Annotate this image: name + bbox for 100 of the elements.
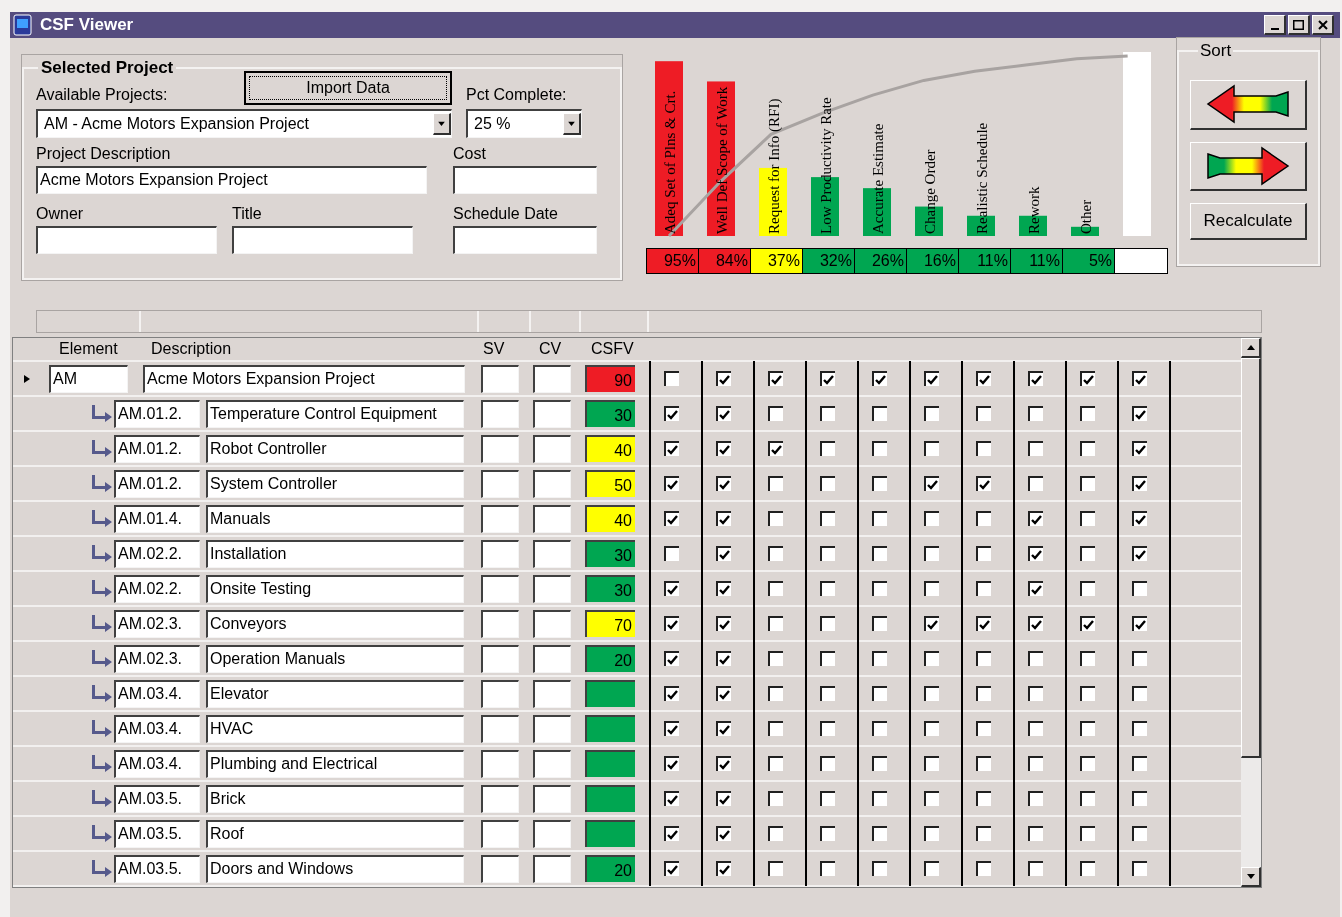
checkbox[interactable] bbox=[1028, 406, 1043, 421]
checkbox[interactable] bbox=[664, 826, 679, 841]
cv-field[interactable] bbox=[533, 714, 571, 743]
checkbox[interactable] bbox=[716, 371, 731, 386]
element-field[interactable]: AM.01.2. bbox=[114, 469, 200, 498]
checkbox[interactable] bbox=[872, 476, 887, 491]
description-field[interactable]: Temperature Control Equipment bbox=[206, 399, 464, 428]
checkbox[interactable] bbox=[1028, 651, 1043, 666]
checkbox[interactable] bbox=[1028, 826, 1043, 841]
cv-field[interactable] bbox=[533, 609, 571, 638]
checkbox[interactable] bbox=[664, 861, 679, 876]
checkbox[interactable] bbox=[1080, 441, 1095, 456]
checkbox[interactable] bbox=[924, 546, 939, 561]
checkbox[interactable] bbox=[1028, 721, 1043, 736]
minimize-button[interactable] bbox=[1264, 15, 1286, 35]
checkbox[interactable] bbox=[820, 686, 835, 701]
checkbox[interactable] bbox=[924, 581, 939, 596]
element-field[interactable]: AM.03.4. bbox=[114, 714, 200, 743]
element-field[interactable]: AM.02.2. bbox=[114, 539, 200, 568]
checkbox[interactable] bbox=[716, 581, 731, 596]
checkbox[interactable] bbox=[872, 861, 887, 876]
checkbox[interactable] bbox=[664, 511, 679, 526]
checkbox[interactable] bbox=[820, 616, 835, 631]
checkbox[interactable] bbox=[768, 581, 783, 596]
checkbox[interactable] bbox=[664, 581, 679, 596]
checkbox[interactable] bbox=[820, 791, 835, 806]
description-field[interactable]: Doors and Windows bbox=[206, 854, 464, 883]
checkbox[interactable] bbox=[976, 826, 991, 841]
checkbox[interactable] bbox=[976, 406, 991, 421]
checkbox[interactable] bbox=[716, 756, 731, 771]
checkbox[interactable] bbox=[976, 791, 991, 806]
checkbox[interactable] bbox=[1080, 861, 1095, 876]
owner-field[interactable] bbox=[36, 225, 217, 254]
cv-field[interactable] bbox=[533, 574, 571, 603]
description-field[interactable]: Robot Controller bbox=[206, 434, 464, 463]
checkbox[interactable] bbox=[976, 546, 991, 561]
checkbox[interactable] bbox=[872, 441, 887, 456]
checkbox[interactable] bbox=[872, 756, 887, 771]
checkbox[interactable] bbox=[716, 721, 731, 736]
checkbox[interactable] bbox=[872, 546, 887, 561]
checkbox[interactable] bbox=[924, 476, 939, 491]
checkbox[interactable] bbox=[664, 756, 679, 771]
checkbox[interactable] bbox=[976, 371, 991, 386]
description-field[interactable]: Operation Manuals bbox=[206, 644, 464, 673]
checkbox[interactable] bbox=[872, 686, 887, 701]
checkbox[interactable] bbox=[1132, 861, 1147, 876]
checkbox[interactable] bbox=[768, 371, 783, 386]
cv-field[interactable] bbox=[533, 819, 571, 848]
element-field[interactable]: AM bbox=[49, 364, 128, 393]
checkbox[interactable] bbox=[976, 686, 991, 701]
sv-field[interactable] bbox=[481, 574, 519, 603]
checkbox[interactable] bbox=[820, 511, 835, 526]
checkbox[interactable] bbox=[820, 546, 835, 561]
checkbox[interactable] bbox=[1132, 511, 1147, 526]
close-button[interactable] bbox=[1312, 15, 1334, 35]
element-field[interactable]: AM.03.4. bbox=[114, 749, 200, 778]
sv-field[interactable] bbox=[481, 644, 519, 673]
checkbox[interactable] bbox=[768, 406, 783, 421]
checkbox[interactable] bbox=[1132, 651, 1147, 666]
recalculate-button[interactable]: Recalculate bbox=[1190, 202, 1307, 240]
element-field[interactable]: AM.03.4. bbox=[114, 679, 200, 708]
checkbox[interactable] bbox=[1080, 651, 1095, 666]
checkbox[interactable] bbox=[768, 861, 783, 876]
checkbox[interactable] bbox=[1132, 581, 1147, 596]
checkbox[interactable] bbox=[976, 581, 991, 596]
checkbox[interactable] bbox=[820, 581, 835, 596]
pct-complete-dropdown[interactable]: 25 % bbox=[466, 108, 582, 138]
checkbox[interactable] bbox=[1132, 406, 1147, 421]
checkbox[interactable] bbox=[924, 441, 939, 456]
checkbox[interactable] bbox=[1132, 826, 1147, 841]
checkbox[interactable] bbox=[768, 791, 783, 806]
cv-field[interactable] bbox=[533, 539, 571, 568]
checkbox[interactable] bbox=[664, 791, 679, 806]
sv-field[interactable] bbox=[481, 819, 519, 848]
checkbox[interactable] bbox=[716, 861, 731, 876]
checkbox[interactable] bbox=[1080, 546, 1095, 561]
checkbox[interactable] bbox=[1080, 406, 1095, 421]
checkbox[interactable] bbox=[924, 616, 939, 631]
sv-field[interactable] bbox=[481, 539, 519, 568]
checkbox[interactable] bbox=[1080, 511, 1095, 526]
checkbox[interactable] bbox=[872, 791, 887, 806]
checkbox[interactable] bbox=[664, 651, 679, 666]
checkbox[interactable] bbox=[872, 511, 887, 526]
checkbox[interactable] bbox=[924, 826, 939, 841]
sv-field[interactable] bbox=[481, 504, 519, 533]
checkbox[interactable] bbox=[664, 686, 679, 701]
checkbox[interactable] bbox=[820, 721, 835, 736]
sort-right-button[interactable] bbox=[1190, 141, 1307, 191]
checkbox[interactable] bbox=[664, 546, 679, 561]
checkbox[interactable] bbox=[1080, 826, 1095, 841]
checkbox[interactable] bbox=[768, 546, 783, 561]
element-field[interactable]: AM.02.2. bbox=[114, 574, 200, 603]
checkbox[interactable] bbox=[1080, 721, 1095, 736]
checkbox[interactable] bbox=[976, 651, 991, 666]
element-field[interactable]: AM.03.5. bbox=[114, 819, 200, 848]
checkbox[interactable] bbox=[716, 826, 731, 841]
description-field[interactable]: Brick bbox=[206, 784, 464, 813]
sort-left-button[interactable] bbox=[1190, 79, 1307, 130]
checkbox[interactable] bbox=[872, 406, 887, 421]
description-field[interactable]: Acme Motors Expansion Project bbox=[36, 165, 427, 194]
